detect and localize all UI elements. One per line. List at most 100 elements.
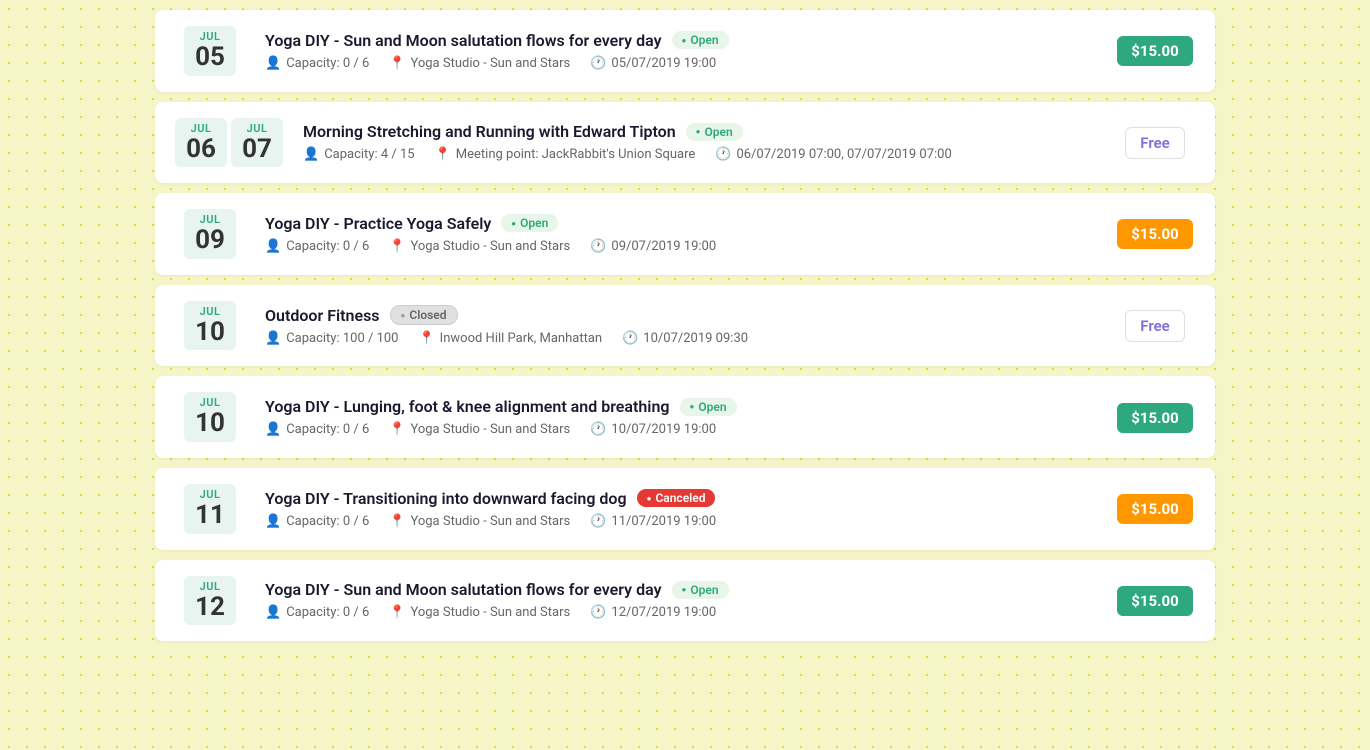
location-icon: 📍 — [389, 239, 405, 254]
event-info: Yoga DIY - Transitioning into downward f… — [265, 489, 1095, 529]
person-icon: 👤 — [265, 239, 281, 254]
event-day: 12 — [194, 593, 226, 622]
clock-icon: 🕐 — [590, 605, 606, 620]
datetime-item: 🕐 05/07/2019 19:00 — [590, 56, 716, 71]
location-icon: 📍 — [389, 605, 405, 620]
clock-icon: 🕐 — [715, 147, 731, 162]
capacity-item: 👤 Capacity: 4 / 15 — [303, 147, 415, 162]
date-badge: JUL 09 — [175, 209, 245, 259]
status-badge: Canceled — [637, 489, 716, 507]
event-month: JUL — [241, 122, 273, 135]
datetime-value: 11/07/2019 19:00 — [611, 514, 716, 529]
clock-icon: 🕐 — [590, 239, 606, 254]
event-title: Yoga DIY - Practice Yoga Safely — [265, 214, 491, 233]
date-badge: JUL 06 JUL 07 — [175, 118, 283, 168]
person-icon: 👤 — [265, 56, 281, 71]
price-tag: Free — [1115, 316, 1195, 335]
price-value: $15.00 — [1117, 36, 1192, 66]
event-card-5[interactable]: JUL 10 Yoga DIY - Lunging, foot & knee a… — [155, 376, 1215, 458]
datetime-value: 12/07/2019 19:00 — [611, 605, 716, 620]
clock-icon: 🕐 — [590, 514, 606, 529]
location-item: 📍 Yoga Studio - Sun and Stars — [389, 605, 570, 620]
price-value: Free — [1125, 127, 1184, 159]
location-item: 📍 Yoga Studio - Sun and Stars — [389, 514, 570, 529]
status-badge: Open — [672, 31, 729, 49]
status-badge: Open — [686, 123, 743, 141]
datetime-value: 10/07/2019 09:30 — [643, 331, 748, 346]
location-item: 📍 Yoga Studio - Sun and Stars — [389, 56, 570, 71]
price-value: $15.00 — [1117, 494, 1192, 524]
status-badge: Open — [672, 581, 729, 599]
price-tag: $15.00 — [1115, 408, 1195, 427]
location-item: 📍 Inwood Hill Park, Manhattan — [418, 331, 602, 346]
event-day: 06 — [185, 135, 217, 164]
event-card-4[interactable]: JUL 10 Outdoor Fitness Closed 👤 Capacity… — [155, 285, 1215, 367]
event-title: Yoga DIY - Sun and Moon salutation flows… — [265, 31, 662, 50]
person-icon: 👤 — [303, 147, 319, 162]
event-card-3[interactable]: JUL 09 Yoga DIY - Practice Yoga Safely O… — [155, 193, 1215, 275]
event-card-6[interactable]: JUL 11 Yoga DIY - Transitioning into dow… — [155, 468, 1215, 550]
person-icon: 👤 — [265, 605, 281, 620]
price-tag: $15.00 — [1115, 591, 1195, 610]
event-month: JUL — [185, 122, 217, 135]
event-day: 11 — [194, 501, 226, 530]
event-day: 10 — [194, 409, 226, 438]
datetime-item: 🕐 12/07/2019 19:00 — [590, 605, 716, 620]
location-item: 📍 Meeting point: JackRabbit's Union Squa… — [435, 147, 696, 162]
status-badge: Closed — [390, 305, 458, 325]
person-icon: 👤 — [265, 514, 281, 529]
event-day: 05 — [194, 43, 226, 72]
event-meta: 👤 Capacity: 0 / 6 📍 Yoga Studio - Sun an… — [265, 605, 1095, 620]
event-title: Yoga DIY - Lunging, foot & knee alignmen… — [265, 397, 670, 416]
location-icon: 📍 — [389, 514, 405, 529]
datetime-value: 10/07/2019 19:00 — [611, 422, 716, 437]
event-card-7[interactable]: JUL 12 Yoga DIY - Sun and Moon salutatio… — [155, 560, 1215, 642]
event-title: Morning Stretching and Running with Edwa… — [303, 122, 676, 141]
capacity-item: 👤 Capacity: 0 / 6 — [265, 239, 369, 254]
location-value: Yoga Studio - Sun and Stars — [410, 605, 570, 620]
capacity-value: Capacity: 0 / 6 — [286, 56, 369, 71]
event-info: Morning Stretching and Running with Edwa… — [303, 122, 1095, 162]
location-icon: 📍 — [389, 56, 405, 71]
capacity-value: Capacity: 0 / 6 — [286, 422, 369, 437]
capacity-item: 👤 Capacity: 0 / 6 — [265, 514, 369, 529]
events-list: JUL 05 Yoga DIY - Sun and Moon salutatio… — [135, 0, 1235, 661]
event-title-row: Yoga DIY - Sun and Moon salutation flows… — [265, 31, 1095, 50]
event-card-1[interactable]: JUL 05 Yoga DIY - Sun and Moon salutatio… — [155, 10, 1215, 92]
price-value: $15.00 — [1117, 219, 1192, 249]
location-item: 📍 Yoga Studio - Sun and Stars — [389, 422, 570, 437]
capacity-value: Capacity: 100 / 100 — [286, 331, 398, 346]
status-badge: Open — [680, 398, 737, 416]
location-icon: 📍 — [418, 331, 434, 346]
event-day: 10 — [194, 318, 226, 347]
event-day: 09 — [194, 226, 226, 255]
event-title: Yoga DIY - Sun and Moon salutation flows… — [265, 580, 662, 599]
capacity-value: Capacity: 0 / 6 — [286, 605, 369, 620]
datetime-value: 05/07/2019 19:00 — [611, 56, 716, 71]
location-value: Yoga Studio - Sun and Stars — [410, 56, 570, 71]
datetime-item: 🕐 09/07/2019 19:00 — [590, 239, 716, 254]
location-value: Inwood Hill Park, Manhattan — [440, 331, 602, 346]
event-card-2[interactable]: JUL 06 JUL 07 Morning Stretching and Run… — [155, 102, 1215, 184]
datetime-value: 06/07/2019 07:00, 07/07/2019 07:00 — [736, 147, 951, 162]
location-icon: 📍 — [389, 422, 405, 437]
datetime-item: 🕐 11/07/2019 19:00 — [590, 514, 716, 529]
clock-icon: 🕐 — [590, 56, 606, 71]
datetime-item: 🕐 10/07/2019 09:30 — [622, 331, 748, 346]
clock-icon: 🕐 — [622, 331, 638, 346]
date-badge: JUL 10 — [175, 392, 245, 442]
event-title-row: Yoga DIY - Sun and Moon salutation flows… — [265, 580, 1095, 599]
capacity-value: Capacity: 0 / 6 — [286, 239, 369, 254]
event-month: JUL — [194, 580, 226, 593]
event-meta: 👤 Capacity: 0 / 6 📍 Yoga Studio - Sun an… — [265, 422, 1095, 437]
status-badge: Open — [501, 214, 558, 232]
clock-icon: 🕐 — [590, 422, 606, 437]
event-title: Outdoor Fitness — [265, 306, 380, 325]
event-meta: 👤 Capacity: 0 / 6 📍 Yoga Studio - Sun an… — [265, 56, 1095, 71]
price-tag: $15.00 — [1115, 224, 1195, 243]
location-value: Yoga Studio - Sun and Stars — [410, 239, 570, 254]
capacity-value: Capacity: 4 / 15 — [324, 147, 414, 162]
location-value: Yoga Studio - Sun and Stars — [410, 514, 570, 529]
capacity-item: 👤 Capacity: 0 / 6 — [265, 605, 369, 620]
capacity-item: 👤 Capacity: 0 / 6 — [265, 422, 369, 437]
